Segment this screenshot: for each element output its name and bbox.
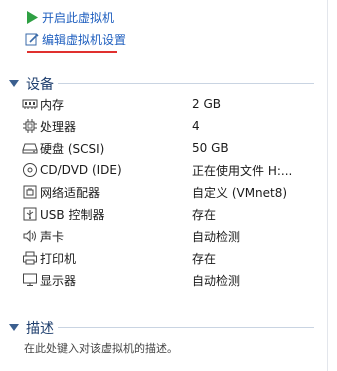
device-value: 自定义 (VMnet8) [192, 185, 288, 200]
device-name: 打印机 [40, 251, 77, 266]
device-value: 2 GB [192, 97, 221, 111]
device-name: 内存 [40, 97, 65, 112]
description-section-header[interactable]: 描述 [8, 318, 54, 338]
collapse-triangle-icon [8, 78, 20, 90]
device-value: 自动检测 [192, 273, 241, 288]
sound-card-icon [22, 228, 38, 244]
device-row-display[interactable]: 显示器 自动检测 [22, 270, 302, 290]
collapse-triangle-icon [8, 322, 20, 334]
device-name: USB 控制器 [40, 207, 105, 222]
device-row-sound-card[interactable]: 声卡 自动检测 [22, 226, 302, 246]
device-row-memory[interactable]: 内存 2 GB [22, 94, 302, 114]
device-value: 正在使用文件 H:... [192, 163, 293, 178]
device-value: 存在 [192, 251, 217, 266]
device-row-processor[interactable]: 处理器 4 [22, 116, 302, 136]
device-value: 50 GB [192, 141, 229, 155]
devices-section-header[interactable]: 设备 [8, 74, 54, 94]
hard-disk-icon [22, 140, 38, 156]
device-name: 显示器 [40, 273, 77, 288]
processor-icon [22, 118, 38, 134]
device-name: 声卡 [40, 229, 65, 244]
devices-section-title: 设备 [26, 77, 54, 93]
highlight-underline [27, 51, 117, 53]
vm-summary-panel: 开启此虚拟机 编辑虚拟机设置 设备 内存 2 GB 处理器 4 硬盘 (SCSI… [0, 0, 327, 371]
usb-controller-icon [22, 206, 38, 222]
device-row-hard-disk[interactable]: 硬盘 (SCSI) 50 GB [22, 138, 302, 158]
network-adapter-icon [22, 184, 38, 200]
device-name: 硬盘 (SCSI) [40, 141, 105, 156]
play-icon [24, 9, 40, 25]
devices-section-divider [58, 83, 314, 84]
device-row-usb-controller[interactable]: USB 控制器 存在 [22, 204, 302, 224]
device-row-cd-dvd[interactable]: CD/DVD (IDE) 正在使用文件 H:... [22, 160, 302, 180]
description-section-divider [58, 327, 314, 328]
device-name: 处理器 [40, 119, 77, 134]
device-row-printer[interactable]: 打印机 存在 [22, 248, 302, 268]
cd-dvd-icon [22, 162, 38, 178]
device-value: 存在 [192, 207, 217, 222]
device-row-network-adapter[interactable]: 网络适配器 自定义 (VMnet8) [22, 182, 302, 202]
description-placeholder[interactable]: 在此处键入对该虚拟机的描述。 [24, 340, 178, 356]
device-value: 自动检测 [192, 229, 241, 244]
edit-vm-settings-label: 编辑虚拟机设置 [42, 32, 127, 47]
start-vm-link[interactable]: 开启此虚拟机 [24, 8, 114, 26]
description-section-title: 描述 [26, 321, 54, 337]
printer-icon [22, 250, 38, 266]
memory-icon [22, 96, 38, 112]
vertical-scrollbar[interactable] [327, 0, 337, 371]
display-icon [22, 272, 38, 288]
device-value: 4 [192, 119, 200, 133]
edit-vm-settings-link[interactable]: 编辑虚拟机设置 [24, 30, 126, 48]
device-name: 网络适配器 [40, 185, 101, 200]
edit-settings-icon [24, 31, 40, 47]
device-name: CD/DVD (IDE) [40, 163, 122, 177]
start-vm-label: 开启此虚拟机 [42, 10, 115, 25]
